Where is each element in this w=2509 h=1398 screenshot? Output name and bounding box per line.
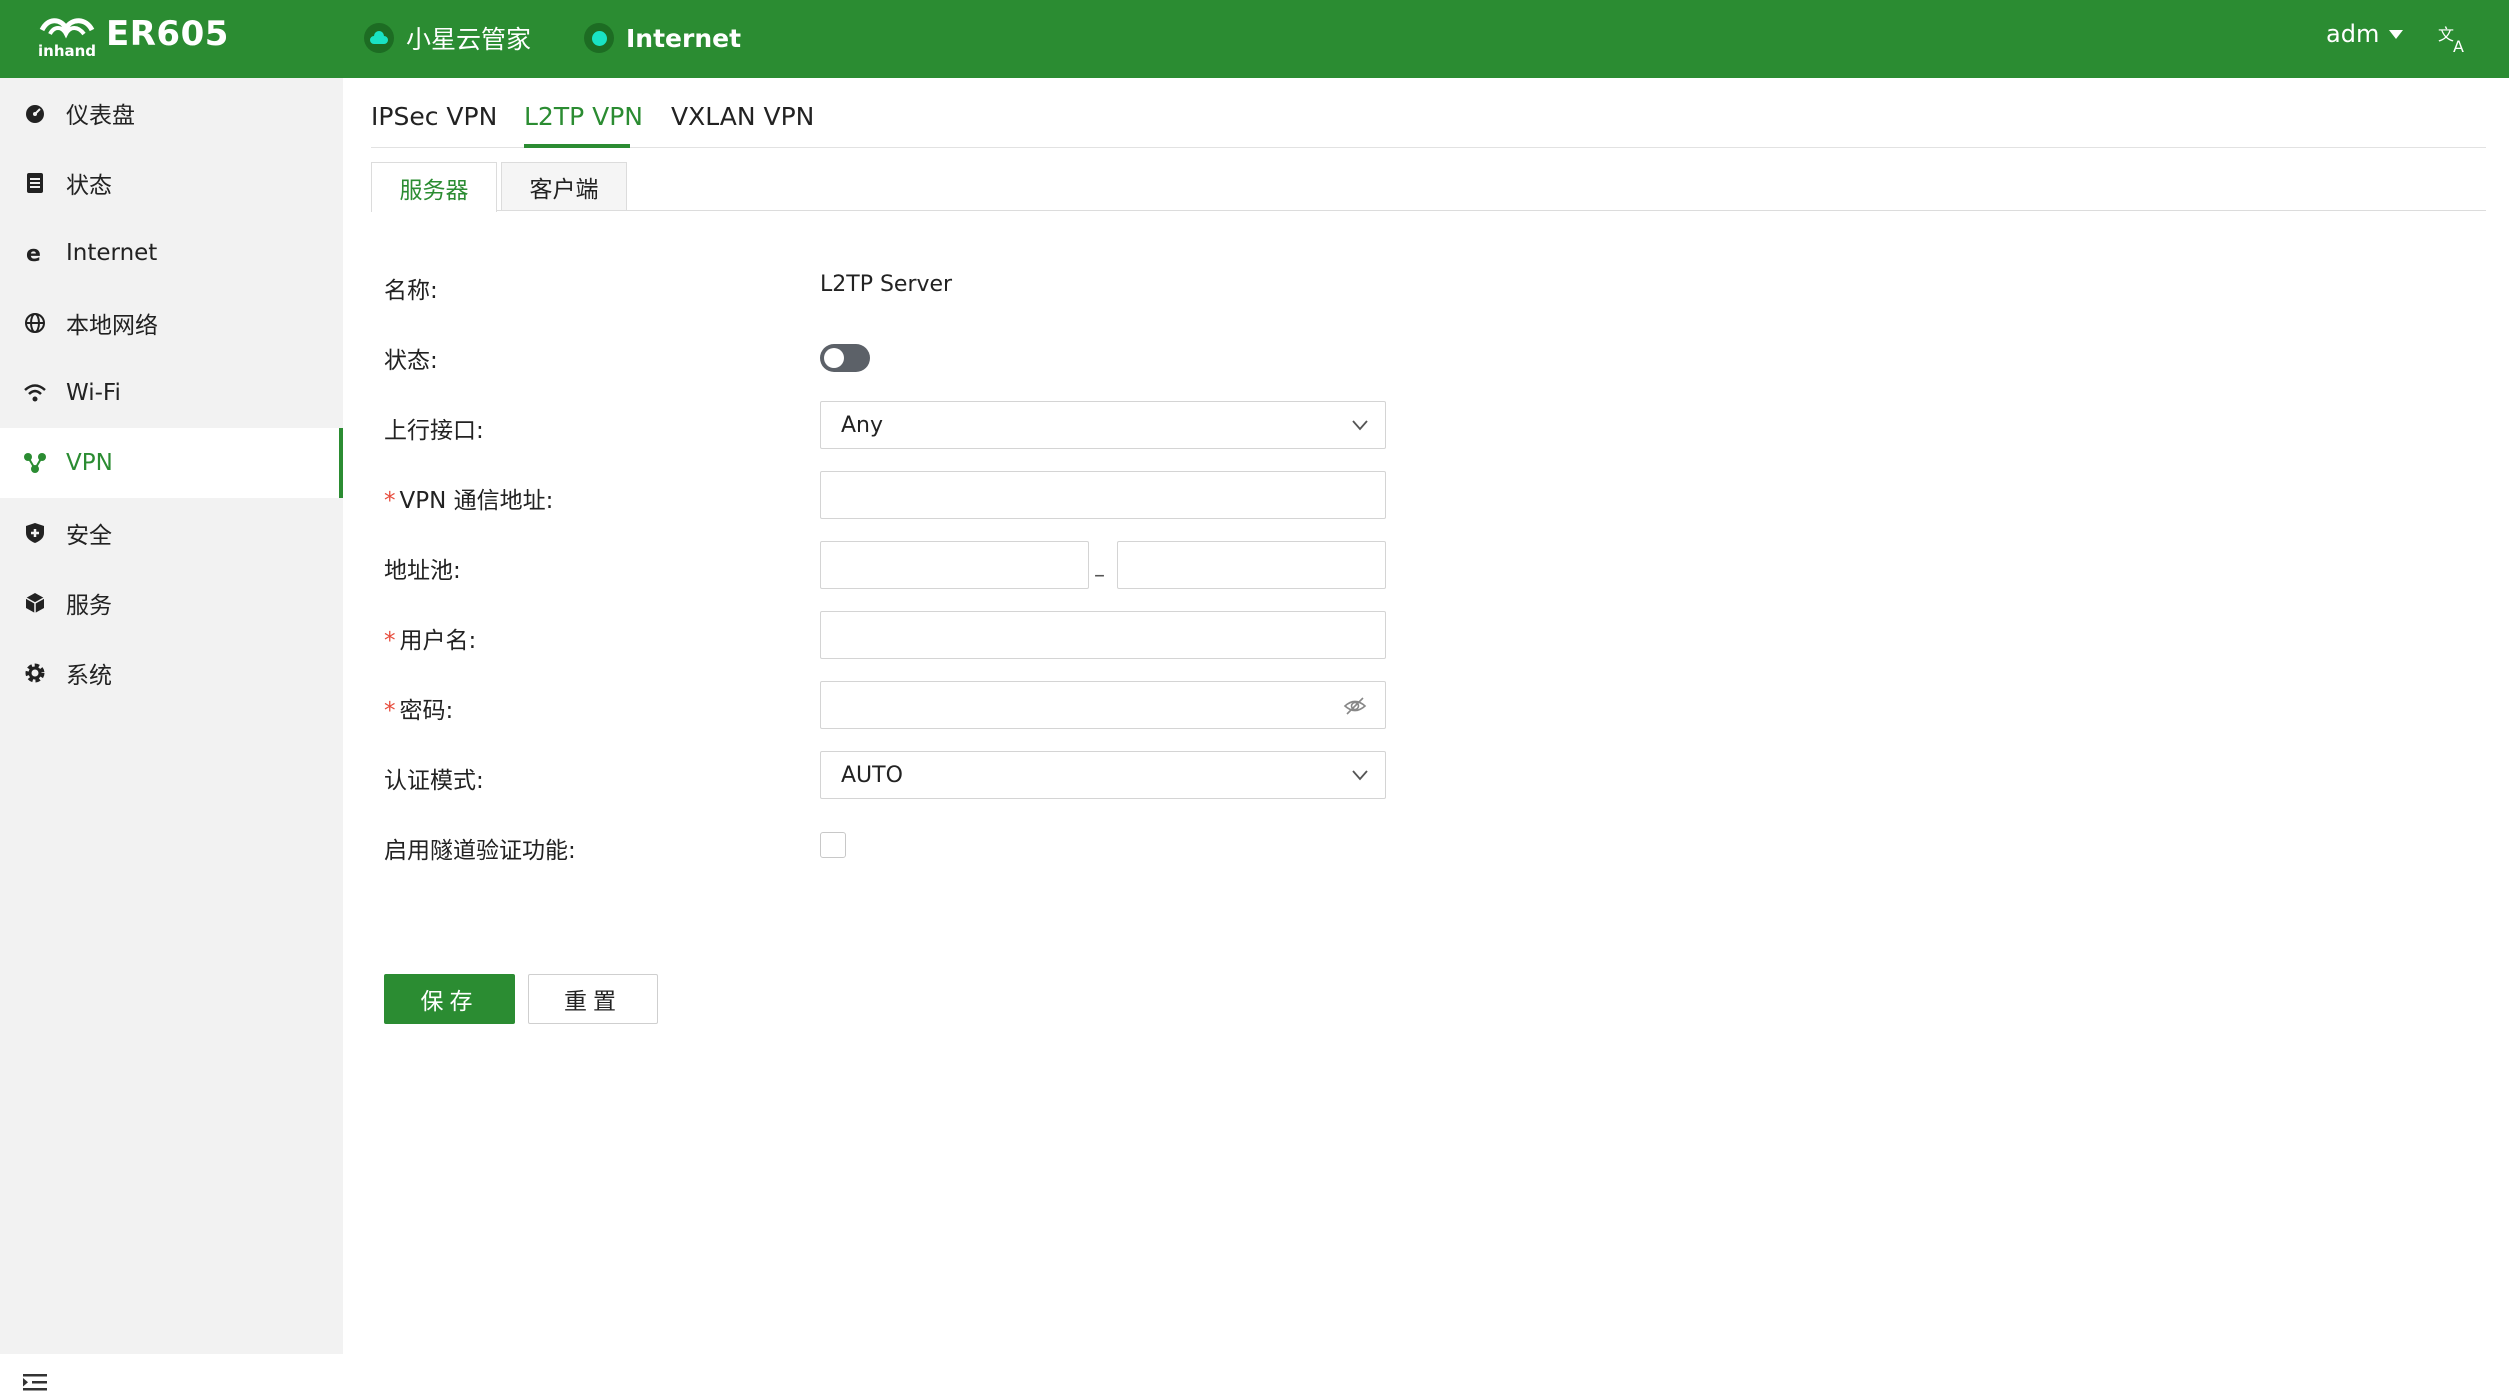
internet-status-label: Internet	[626, 23, 742, 53]
vpn-address-label-text: VPN 通信地址:	[399, 488, 554, 514]
name-label: 名称:	[384, 278, 438, 304]
sidebar-item-status[interactable]: 状态	[0, 148, 343, 218]
tabs-divider	[371, 147, 2486, 148]
tunnel-auth-label: 启用隧道验证功能:	[384, 838, 576, 864]
collapse-sidebar-icon[interactable]	[20, 1368, 50, 1398]
tab-client[interactable]: 客户端	[501, 162, 627, 210]
dashboard-icon	[20, 98, 50, 128]
svg-text:文: 文	[2438, 25, 2454, 44]
required-mark: *	[384, 628, 396, 654]
wifi-icon	[20, 378, 50, 408]
sidebar-item-security[interactable]: 安全	[0, 498, 343, 568]
sidebar-item-wifi[interactable]: Wi-Fi	[0, 358, 343, 428]
sidebar-item-vpn[interactable]: VPN	[0, 428, 343, 498]
status-label: 状态:	[384, 348, 438, 374]
sidebar-item-label: VPN	[66, 450, 113, 476]
required-mark: *	[384, 698, 396, 724]
vpn-icon	[20, 448, 50, 478]
eye-hidden-icon[interactable]	[1343, 694, 1367, 718]
sidebar-item-label: Wi-Fi	[66, 380, 121, 406]
status-icon	[20, 168, 50, 198]
inhand-logo-icon: inhand	[38, 18, 96, 60]
tab-l2tp-vpn[interactable]: L2TP VPN	[524, 102, 643, 131]
sidebar-item-label: 状态	[66, 173, 112, 199]
sidebar-item-system[interactable]: 系统	[0, 638, 343, 708]
vpn-address-input[interactable]	[820, 471, 1386, 519]
address-pool-separator: –	[1094, 563, 1105, 588]
cube-icon	[20, 588, 50, 618]
password-label: * 密码:	[384, 691, 453, 725]
cloud-icon	[364, 23, 394, 53]
uplink-interface-label: 上行接口:	[384, 418, 484, 444]
sidebar-item-label: 系统	[66, 663, 112, 689]
auth-mode-label: 认证模式:	[384, 768, 484, 794]
address-pool-end-input[interactable]	[1117, 541, 1386, 589]
sidebar-item-label: 仪表盘	[66, 103, 135, 129]
internet-status[interactable]: Internet	[584, 18, 741, 58]
password-label-text: 密码:	[399, 698, 454, 724]
reset-button[interactable]: 重置	[528, 974, 658, 1024]
product-name: ER605	[106, 14, 229, 54]
user-menu[interactable]: adm	[2326, 20, 2404, 48]
required-mark: *	[384, 488, 396, 514]
username-label: * 用户名:	[384, 621, 476, 655]
sidebar-item-dashboard[interactable]: 仪表盘	[0, 78, 343, 148]
sidebar-item-label: Internet	[66, 240, 158, 266]
status-toggle[interactable]	[820, 344, 870, 372]
uplink-interface-select[interactable]: Any	[820, 401, 1386, 449]
cloud-manager-link[interactable]: 小星云管家	[364, 18, 531, 58]
svg-text:inhand: inhand	[38, 42, 96, 60]
username: adm	[2326, 20, 2380, 48]
sidebar-item-services[interactable]: 服务	[0, 568, 343, 638]
internet-status-dot-icon	[584, 23, 614, 53]
save-button[interactable]: 保存	[384, 974, 515, 1024]
sidebar-item-label: 服务	[66, 593, 112, 619]
toggle-knob	[824, 348, 844, 368]
internet-icon: e	[20, 238, 50, 268]
chevron-down-icon	[1352, 770, 1368, 781]
sidebar: 仪表盘 状态 e Internet 本地网络 Wi-Fi VPN 安全 服务 系…	[0, 78, 343, 1391]
tab-server[interactable]: 服务器	[371, 162, 497, 212]
tab-ipsec-vpn[interactable]: IPSec VPN	[371, 102, 497, 131]
caret-down-icon	[2389, 29, 2404, 39]
uplink-interface-value: Any	[841, 412, 884, 438]
tab-vxlan-vpn[interactable]: VXLAN VPN	[671, 102, 814, 131]
vpn-address-label: * VPN 通信地址:	[384, 481, 553, 515]
globe-icon	[20, 308, 50, 338]
mode-tabs-divider	[371, 210, 2486, 211]
active-tab-indicator	[524, 144, 630, 148]
svg-text:A: A	[2453, 37, 2464, 56]
chevron-down-icon	[1352, 420, 1368, 431]
address-pool-start-input[interactable]	[820, 541, 1089, 589]
svg-text:e: e	[26, 242, 41, 264]
sidebar-item-internet[interactable]: e Internet	[0, 218, 343, 288]
tunnel-auth-checkbox[interactable]	[820, 832, 846, 858]
name-value: L2TP Server	[820, 272, 953, 297]
username-input[interactable]	[820, 611, 1386, 659]
language-icon[interactable]: 文 A	[2436, 20, 2472, 56]
sidebar-item-label: 安全	[66, 523, 112, 549]
top-header: inhand ER605 小星云管家 Internet adm 文 A	[0, 0, 2509, 78]
shield-icon	[20, 518, 50, 548]
address-pool-label: 地址池:	[384, 558, 461, 584]
sidebar-item-label: 本地网络	[66, 313, 158, 339]
password-input[interactable]	[820, 681, 1386, 729]
sidebar-item-local-network[interactable]: 本地网络	[0, 288, 343, 358]
cloud-manager-label: 小星云管家	[406, 25, 532, 54]
gear-icon	[20, 658, 50, 688]
username-label-text: 用户名:	[399, 628, 477, 654]
auth-mode-select[interactable]: AUTO	[820, 751, 1386, 799]
auth-mode-value: AUTO	[841, 762, 903, 788]
